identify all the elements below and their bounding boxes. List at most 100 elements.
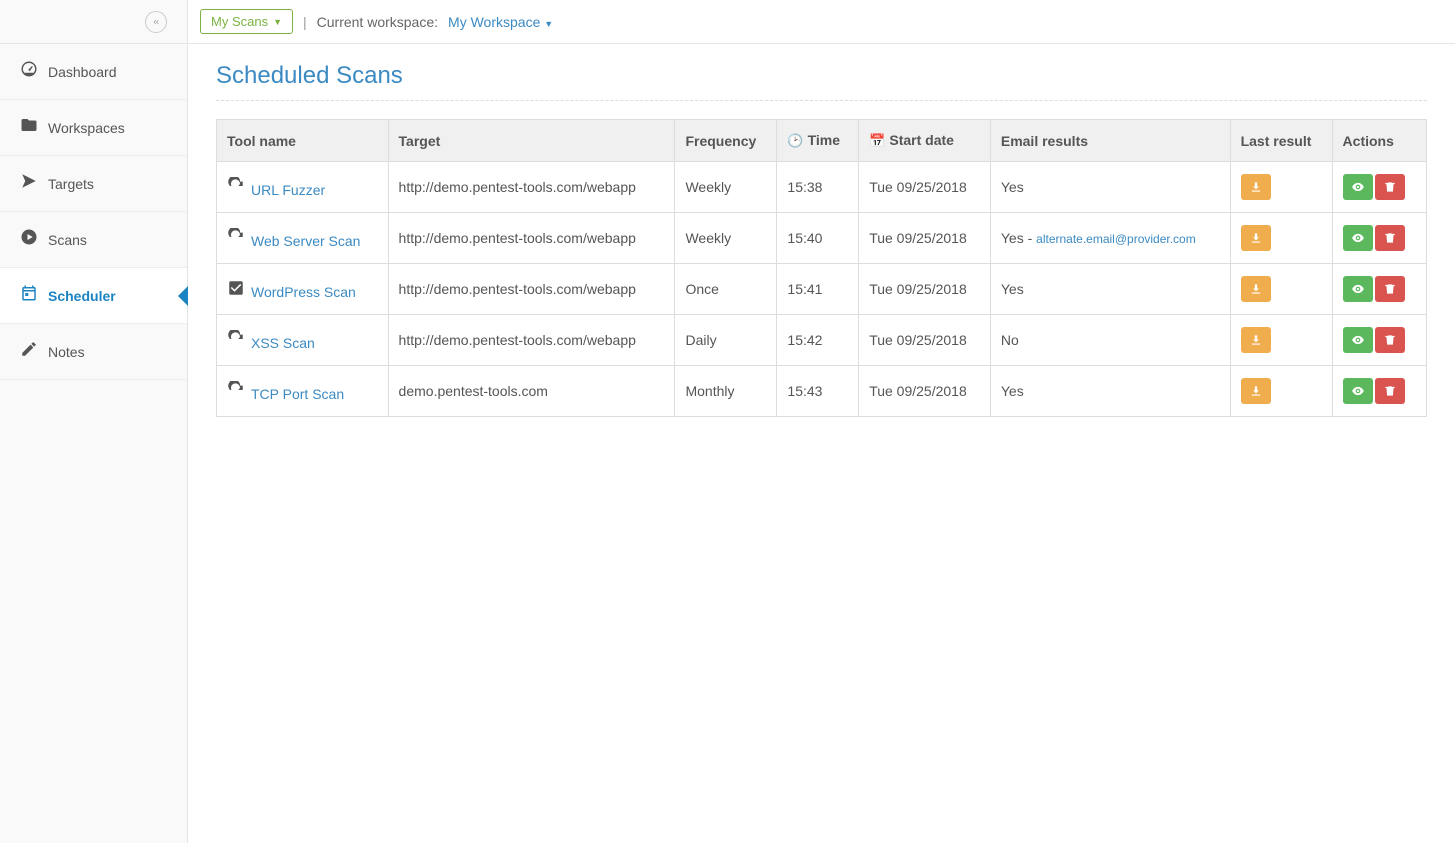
cell-email: No: [990, 315, 1230, 366]
sidebar-item-label: Dashboard: [48, 64, 117, 80]
tool-link[interactable]: TCP Port Scan: [251, 386, 344, 402]
table-row: URL Fuzzerhttp://demo.pentest-tools.com/…: [217, 162, 1427, 213]
cell-start: Tue 09/25/2018: [859, 264, 991, 315]
download-button[interactable]: [1241, 276, 1271, 302]
th-email[interactable]: Email results: [990, 120, 1230, 162]
delete-button[interactable]: [1375, 225, 1405, 251]
folder-icon: [20, 116, 48, 139]
tool-link[interactable]: WordPress Scan: [251, 284, 356, 300]
sidebar-item-scheduler[interactable]: Scheduler: [0, 268, 187, 324]
refresh-icon: [227, 228, 245, 249]
divider: |: [303, 14, 307, 30]
cell-actions: [1332, 162, 1426, 213]
table-row: TCP Port Scan demo.pentest-tools.comMonth…: [217, 366, 1427, 417]
view-button[interactable]: [1343, 276, 1373, 302]
cell-frequency: Monthly: [675, 366, 777, 417]
refresh-icon: [227, 330, 245, 351]
table-row: Web Server Scan http://demo.pentest-tools…: [217, 213, 1427, 264]
cell-time: 15:38: [777, 162, 859, 213]
cell-actions: [1332, 213, 1426, 264]
cell-time: 15:40: [777, 213, 859, 264]
sidebar-item-label: Workspaces: [48, 120, 125, 136]
cell-last-result: [1230, 162, 1332, 213]
cell-frequency: Once: [675, 264, 777, 315]
cell-time: 15:42: [777, 315, 859, 366]
tool-link[interactable]: XSS Scan: [251, 335, 315, 351]
download-button[interactable]: [1241, 378, 1271, 404]
cell-start: Tue 09/25/2018: [859, 366, 991, 417]
view-button[interactable]: [1343, 174, 1373, 200]
view-button[interactable]: [1343, 327, 1373, 353]
dashboard-icon: [20, 60, 48, 83]
cell-start: Tue 09/25/2018: [859, 213, 991, 264]
edit-icon: [20, 340, 48, 363]
plane-icon: [20, 172, 48, 195]
collapse-sidebar-button[interactable]: [145, 11, 167, 33]
delete-button[interactable]: [1375, 327, 1405, 353]
cell-start: Tue 09/25/2018: [859, 162, 991, 213]
chevron-left-icon: [151, 17, 161, 27]
sidebar-item-targets[interactable]: Targets: [0, 156, 187, 212]
play-icon: [20, 228, 48, 251]
download-button[interactable]: [1241, 225, 1271, 251]
th-target[interactable]: Target: [388, 120, 675, 162]
sidebar-item-scans[interactable]: Scans: [0, 212, 187, 268]
sidebar-item-dashboard[interactable]: Dashboard: [0, 44, 187, 100]
workspace-label: Current workspace:: [317, 14, 438, 30]
cell-last-result: [1230, 366, 1332, 417]
tool-link[interactable]: URL Fuzzer: [251, 182, 325, 198]
cell-email: Yes: [990, 162, 1230, 213]
view-button[interactable]: [1343, 378, 1373, 404]
cell-frequency: Weekly: [675, 213, 777, 264]
cell-last-result: [1230, 213, 1332, 264]
sidebar-item-label: Notes: [48, 344, 85, 360]
sidebar: Dashboard Workspaces Targets Scans Sched…: [0, 0, 188, 843]
scheduled-scans-table: Tool name Target Frequency 🕑Time 📅Start …: [216, 119, 1427, 417]
cell-target: http://demo.pentest-tools.com/webapp: [388, 315, 675, 366]
th-frequency[interactable]: Frequency: [675, 120, 777, 162]
th-tool[interactable]: Tool name: [217, 120, 389, 162]
cell-last-result: [1230, 264, 1332, 315]
th-actions[interactable]: Actions: [1332, 120, 1426, 162]
th-start-date[interactable]: 📅Start date: [859, 120, 991, 162]
calendar-icon: 📅: [869, 133, 885, 148]
cell-target: http://demo.pentest-tools.com/webapp: [388, 213, 675, 264]
cell-target: demo.pentest-tools.com: [388, 366, 675, 417]
cell-frequency: Weekly: [675, 162, 777, 213]
download-button[interactable]: [1241, 174, 1271, 200]
my-scans-dropdown[interactable]: My Scans ▼: [200, 9, 293, 34]
th-time[interactable]: 🕑Time: [777, 120, 859, 162]
table-row: WordPress Scan http://demo.pentest-tools.…: [217, 264, 1427, 315]
page-title: Scheduled Scans: [216, 62, 1427, 101]
main: My Scans ▼ | Current workspace: My Works…: [188, 0, 1455, 843]
refresh-icon: [227, 177, 245, 198]
cell-actions: [1332, 315, 1426, 366]
sidebar-item-label: Scans: [48, 232, 87, 248]
delete-button[interactable]: [1375, 276, 1405, 302]
cell-actions: [1332, 264, 1426, 315]
content: Scheduled Scans Tool name Target Frequen…: [188, 44, 1455, 435]
chevron-down-icon: ▼: [544, 19, 553, 29]
download-button[interactable]: [1241, 327, 1271, 353]
cell-time: 15:43: [777, 366, 859, 417]
delete-button[interactable]: [1375, 174, 1405, 200]
delete-button[interactable]: [1375, 378, 1405, 404]
cell-target: http://demo.pentest-tools.com/webapp: [388, 264, 675, 315]
sidebar-item-workspaces[interactable]: Workspaces: [0, 100, 187, 156]
tool-link[interactable]: Web Server Scan: [251, 233, 360, 249]
topbar: My Scans ▼ | Current workspace: My Works…: [188, 0, 1455, 44]
cell-frequency: Daily: [675, 315, 777, 366]
sidebar-item-label: Scheduler: [48, 288, 116, 304]
cell-time: 15:41: [777, 264, 859, 315]
cell-actions: [1332, 366, 1426, 417]
calendar-icon: [20, 284, 48, 307]
check-icon: [227, 279, 245, 300]
sidebar-item-notes[interactable]: Notes: [0, 324, 187, 380]
cell-email: Yes: [990, 264, 1230, 315]
th-last-result[interactable]: Last result: [1230, 120, 1332, 162]
cell-start: Tue 09/25/2018: [859, 315, 991, 366]
email-link[interactable]: alternate.email@provider.com: [1036, 232, 1196, 246]
workspace-dropdown[interactable]: My Workspace ▼: [448, 14, 553, 30]
view-button[interactable]: [1343, 225, 1373, 251]
cell-email: Yes - alternate.email@provider.com: [990, 213, 1230, 264]
